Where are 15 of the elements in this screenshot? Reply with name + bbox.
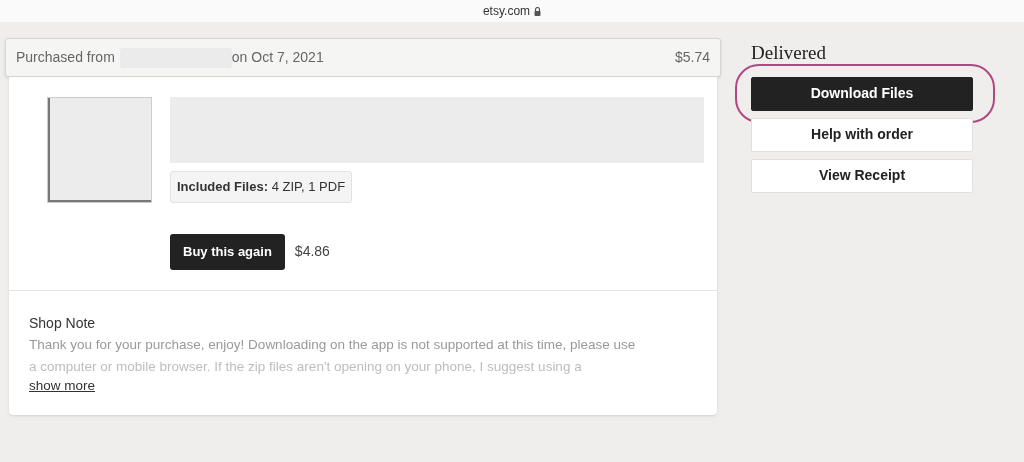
order-total: $5.74: [674, 48, 710, 67]
action-button[interactable]: Download Files: [751, 76, 973, 111]
show-more-link[interactable]: show more: [29, 376, 96, 397]
purchased-label: Purchased from: [16, 48, 115, 67]
action-button[interactable]: Help with order: [751, 117, 973, 152]
shop-note-text: Thank you for your purchase, enjoy! Downloading on the app is not supported at this time, please use: [29, 336, 637, 354]
buy-again-button[interactable]: Buy this again: [170, 233, 285, 270]
action-button[interactable]: View Receipt: [751, 158, 973, 193]
shop-note-text: a computer or mobile browser. If the zip files aren't opening on your phone, I suggest using a: [29, 358, 583, 376]
item-price: $4.86: [294, 242, 330, 261]
included-files-tag: Included Files: 4 ZIP, 1 PDF: [170, 171, 353, 203]
purchase-date: on Oct 7, 2021: [231, 48, 324, 67]
shop-note-title: Shop Note: [29, 314, 97, 333]
order-status: Delivered: [751, 41, 827, 65]
url-text[interactable]: etsy.com: [482, 2, 531, 20]
